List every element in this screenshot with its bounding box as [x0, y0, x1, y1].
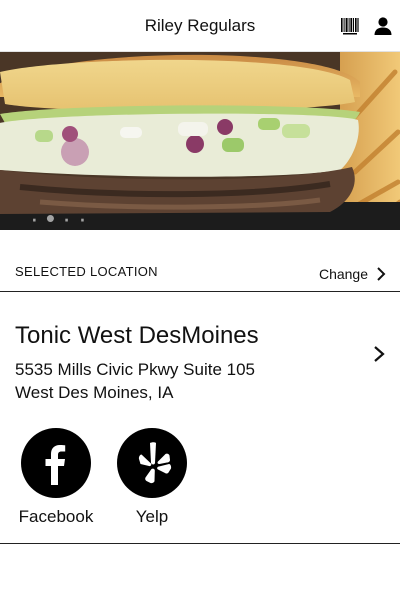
selected-location-label: SELECTED LOCATION: [15, 264, 158, 279]
yelp-icon: [117, 428, 187, 498]
facebook-button[interactable]: Facebook: [16, 428, 96, 527]
facebook-icon: [21, 428, 91, 498]
location-address-line2: West Des Moines, IA: [15, 383, 174, 402]
change-location-button[interactable]: Change: [319, 264, 386, 284]
hero-burger-image: · • · ·: [0, 52, 400, 230]
barcode-icon[interactable]: [340, 16, 360, 36]
app-header: Riley Regulars: [0, 0, 400, 52]
location-name: Tonic West DesMoines: [15, 322, 259, 349]
chevron-right-icon[interactable]: [372, 344, 386, 364]
location-address-line1: 5535 Mills Civic Pkwy Suite 105: [15, 360, 255, 379]
chevron-right-icon: [377, 267, 386, 281]
change-location-label: Change: [318, 266, 368, 282]
location-card[interactable]: Tonic West DesMoines 5535 Mills Civic Pk…: [0, 292, 400, 544]
user-icon[interactable]: [373, 16, 393, 36]
yelp-label: Yelp: [135, 507, 169, 526]
yelp-button[interactable]: Yelp: [112, 428, 192, 527]
selected-location-row: SELECTED LOCATION Change: [0, 250, 400, 292]
facebook-label: Facebook: [18, 507, 94, 526]
